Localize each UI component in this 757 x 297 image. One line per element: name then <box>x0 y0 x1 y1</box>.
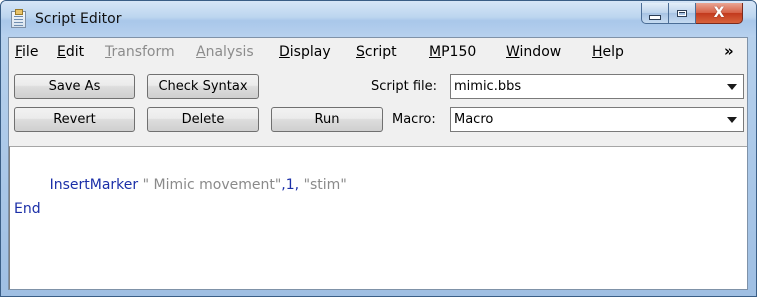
code-args: ,1, <box>281 177 304 193</box>
macro-dropdown[interactable]: Macro <box>450 107 744 132</box>
code-string: " Mimic movement" <box>138 177 282 193</box>
close-icon: X <box>713 5 725 21</box>
script-editor-app-icon <box>11 9 26 28</box>
menu-help[interactable]: Help <box>592 44 624 60</box>
maximize-icon <box>677 9 687 17</box>
client-area: File Edit Transform Analysis Display Scr… <box>8 37 748 290</box>
code-keyword: InsertMarker <box>49 177 139 193</box>
menu-overflow-icon[interactable]: » <box>724 42 734 60</box>
code-line-1: InsertMarker " Mimic movement",1, "stim" <box>14 161 347 209</box>
menu-display[interactable]: Display <box>279 44 331 60</box>
script-editor-window: Script Editor X File Edit Transform Anal… <box>0 0 757 297</box>
script-file-label: Script file: <box>371 79 438 94</box>
minimize-button[interactable] <box>641 3 669 24</box>
code-string: "stim" <box>303 177 347 193</box>
window-title: Script Editor <box>35 11 122 27</box>
script-text-editor[interactable]: InsertMarker " Mimic movement",1, "stim"… <box>9 146 747 289</box>
toolbar: Save As Check Syntax Script file: mimic.… <box>9 66 747 138</box>
macro-value: Macro <box>454 112 494 127</box>
menu-transform[interactable]: Transform <box>105 44 175 60</box>
maximize-button[interactable] <box>669 3 696 24</box>
revert-button[interactable]: Revert <box>14 107 135 132</box>
save-as-button[interactable]: Save As <box>14 74 135 99</box>
minimize-icon <box>649 14 661 20</box>
delete-button[interactable]: Delete <box>147 107 259 132</box>
run-button[interactable]: Run <box>271 107 383 132</box>
title-bar[interactable]: Script Editor X <box>1 1 756 37</box>
menu-bar: File Edit Transform Analysis Display Scr… <box>9 38 747 67</box>
check-syntax-button[interactable]: Check Syntax <box>147 74 259 99</box>
chevron-down-icon <box>727 117 737 123</box>
menu-file[interactable]: File <box>15 44 38 60</box>
menu-window[interactable]: Window <box>506 44 561 60</box>
code-line-2: End <box>14 201 41 217</box>
menu-analysis[interactable]: Analysis <box>196 44 254 60</box>
menu-mp150[interactable]: MP150 <box>429 44 476 60</box>
close-button[interactable]: X <box>696 3 743 24</box>
menu-edit[interactable]: Edit <box>57 44 84 60</box>
script-file-value: mimic.bbs <box>454 79 522 94</box>
script-file-dropdown[interactable]: mimic.bbs <box>450 74 744 99</box>
macro-label: Macro: <box>392 112 436 127</box>
chevron-down-icon <box>727 84 737 90</box>
menu-script[interactable]: Script <box>356 44 397 60</box>
